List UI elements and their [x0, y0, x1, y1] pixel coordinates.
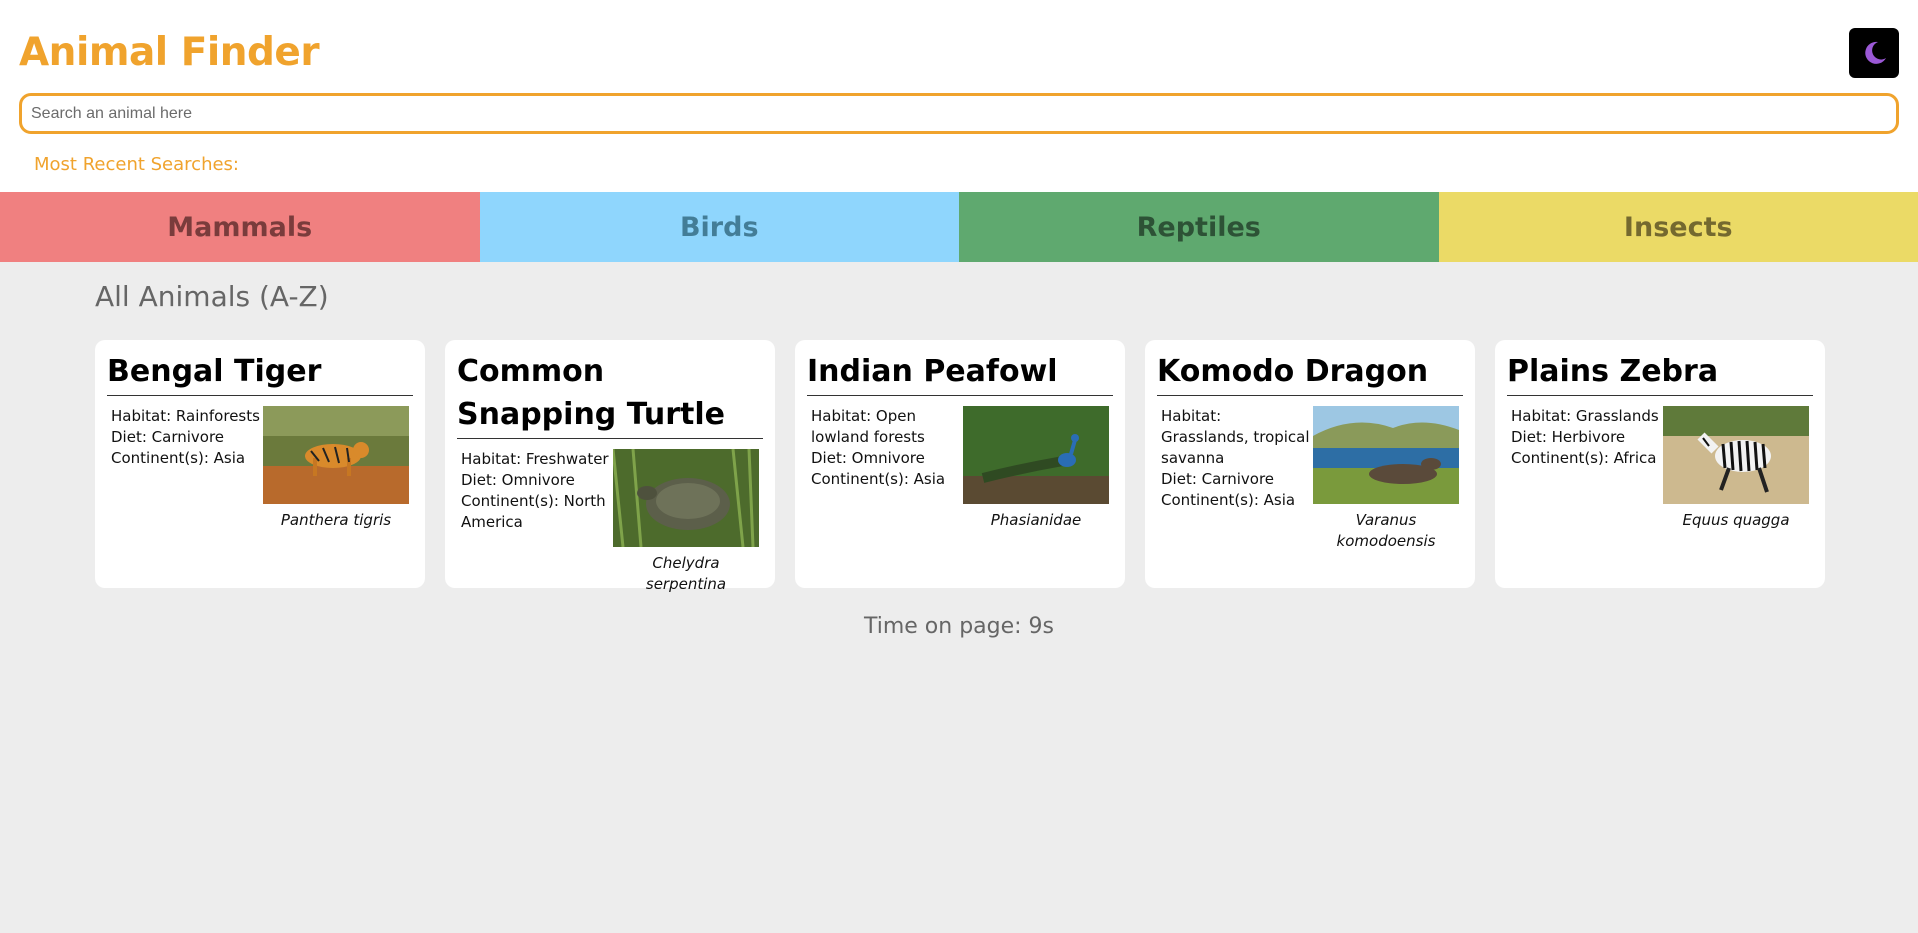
animal-name: Plains Zebra — [1507, 350, 1813, 396]
animal-photo — [963, 406, 1109, 504]
animal-continents: Continent(s): Asia — [811, 470, 946, 488]
animal-name: Common Snapping Turtle — [457, 350, 763, 439]
moon-icon — [1865, 41, 1886, 64]
animal-photo — [1313, 406, 1459, 504]
animal-info: Habitat: Open lowland forests Diet: Omni… — [807, 406, 963, 531]
time-on-page: Time on page: 9s — [863, 614, 1055, 639]
category-bar: Mammals Birds Reptiles Insects — [0, 192, 1918, 262]
animal-habitat: Habitat: Freshwater — [461, 450, 609, 468]
scientific-name: Equus quagga — [1682, 511, 1790, 529]
animal-info: Habitat: Grasslands Diet: Herbivore Cont… — [1507, 406, 1663, 531]
animal-info: Habitat: Rainforests Diet: Carnivore Con… — [107, 406, 263, 531]
animal-habitat: Habitat: Open lowland forests — [811, 407, 925, 446]
animal-photo — [1663, 406, 1809, 504]
animal-continents: Continent(s): Africa — [1511, 449, 1657, 467]
section-title: All Animals (A-Z) — [95, 280, 329, 313]
animal-continents: Continent(s): North America — [461, 492, 606, 531]
animal-habitat: Habitat: Grasslands — [1511, 407, 1659, 425]
animal-card[interactable]: Common Snapping Turtle Habitat: Freshwat… — [445, 340, 775, 593]
theme-toggle-button[interactable] — [1849, 28, 1899, 78]
animal-card[interactable]: Bengal Tiger Habitat: Rainforests Diet: … — [95, 340, 425, 588]
animal-photo — [613, 449, 759, 547]
category-mammals[interactable]: Mammals — [0, 192, 480, 262]
search-input[interactable] — [19, 93, 1899, 134]
animal-diet: Diet: Herbivore — [1511, 428, 1626, 446]
scientific-name: Varanus komodoensis — [1336, 511, 1436, 550]
category-birds[interactable]: Birds — [479, 192, 959, 262]
animal-name: Bengal Tiger — [107, 350, 413, 396]
animal-info: Habitat: Freshwater Diet: Omnivore Conti… — [457, 449, 613, 595]
animal-name: Indian Peafowl — [807, 350, 1113, 396]
animal-info: Habitat: Grasslands, tropical savanna Di… — [1157, 406, 1313, 552]
animal-name: Komodo Dragon — [1157, 350, 1463, 396]
category-insects[interactable]: Insects — [1438, 192, 1918, 262]
animal-diet: Diet: Omnivore — [811, 449, 925, 467]
animal-card[interactable]: Indian Peafowl Habitat: Open lowland for… — [795, 340, 1125, 588]
animal-habitat: Habitat: Rainforests — [111, 407, 260, 425]
animal-diet: Diet: Carnivore — [111, 428, 225, 446]
animal-continents: Continent(s): Asia — [111, 449, 246, 467]
scientific-name: Panthera tigris — [280, 511, 392, 529]
animal-card-list: Bengal Tiger Habitat: Rainforests Diet: … — [95, 340, 1825, 593]
animal-diet: Diet: Carnivore — [1161, 470, 1275, 488]
scientific-name: Chelydra serpentina — [645, 554, 727, 593]
animal-card[interactable]: Plains Zebra Habitat: Grasslands Diet: H… — [1495, 340, 1825, 588]
category-reptiles[interactable]: Reptiles — [959, 192, 1439, 262]
animal-photo — [263, 406, 409, 504]
recent-searches-label: Most Recent Searches: — [34, 154, 239, 175]
app-title: Animal Finder — [19, 30, 320, 75]
animal-diet: Diet: Omnivore — [461, 471, 575, 489]
animal-habitat: Habitat: Grasslands, tropical savanna — [1161, 407, 1310, 467]
header: Animal Finder Most Recent Searches: — [0, 0, 1918, 192]
animal-continents: Continent(s): Asia — [1161, 491, 1296, 509]
animal-card[interactable]: Komodo Dragon Habitat: Grasslands, tropi… — [1145, 340, 1475, 588]
scientific-name: Phasianidae — [990, 511, 1082, 529]
